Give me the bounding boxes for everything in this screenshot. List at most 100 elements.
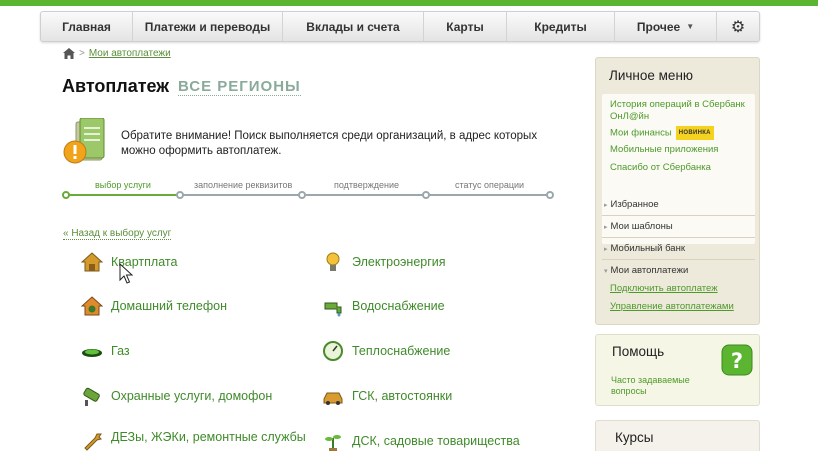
nav-item-cards[interactable]: Карты xyxy=(424,12,507,41)
gauge-icon xyxy=(323,341,343,361)
service-security[interactable]: Охранные услуги, домофон xyxy=(81,385,272,407)
back-to-services-link[interactable]: « Назад к выбору услуг xyxy=(63,228,172,240)
progress-track-done xyxy=(66,194,180,196)
chevron-right-icon: ▸ xyxy=(604,224,608,231)
nav-item-label: Прочее xyxy=(636,19,681,34)
step-dot xyxy=(298,191,306,199)
wrench-icon xyxy=(84,433,102,451)
step-label-status: статус операции xyxy=(455,180,525,190)
menu-section-label: Избранное xyxy=(610,199,659,210)
chevron-right-icon: ▸ xyxy=(604,202,608,209)
settings-button[interactable]: ⚙ xyxy=(717,12,759,41)
menu-section-label: Мобильный банк xyxy=(610,243,685,254)
faq-link[interactable]: Часто задаваемые вопросы xyxy=(611,375,711,397)
help-box: Помощь Часто задаваемые вопросы ? xyxy=(595,334,760,406)
service-heating[interactable]: Теплоснабжение xyxy=(322,340,450,362)
step-dot xyxy=(422,191,430,199)
nav-item-payments[interactable]: Платежи и переводы xyxy=(133,12,283,41)
nav-item-label: Кредиты xyxy=(534,19,587,34)
service-label: ГСК, автостоянки xyxy=(352,388,453,403)
brand-stripe xyxy=(0,0,818,6)
step-label-confirmation: подтверждение xyxy=(334,180,400,190)
nav-item-label: Вклады и счета xyxy=(306,19,400,34)
house-icon xyxy=(81,252,103,272)
faucet-icon xyxy=(324,302,342,317)
service-label: Газ xyxy=(111,343,130,358)
menu-section-label: Мои автоплатежи xyxy=(610,265,689,276)
breadcrumb: > Мои автоплатежи xyxy=(63,48,171,59)
menu-link-thanks[interactable]: Спасибо от Сбербанка xyxy=(610,162,711,174)
progress-steps: выбор услуги заполнение реквизитов подтв… xyxy=(62,180,554,202)
lightbulb-icon xyxy=(326,252,340,271)
service-label: Водоснабжение xyxy=(352,298,445,313)
menu-link-history[interactable]: История операций в Сбербанк ОнЛ@йн xyxy=(610,99,750,123)
mouse-cursor-icon xyxy=(119,263,134,284)
nav-item-label: Главная xyxy=(62,19,111,34)
menu-section-templates[interactable]: ▸ Мои шаблоны xyxy=(604,221,673,232)
nav-item-label: Платежи и переводы xyxy=(144,19,271,34)
all-regions-link[interactable]: ВСЕ РЕГИОНЫ xyxy=(178,78,301,96)
chevron-down-icon: ▼ xyxy=(686,22,695,31)
menu-link-manage-autopayments[interactable]: Управление автоплатежами xyxy=(610,301,734,312)
nav-item-home[interactable]: Главная xyxy=(41,12,133,41)
chevron-right-icon: ▸ xyxy=(604,246,608,253)
svg-text:?: ? xyxy=(731,349,743,373)
service-home-phone[interactable]: Домашний телефон xyxy=(81,295,227,317)
back-link-label: « Назад к выбору услуг xyxy=(63,228,172,240)
nav-item-credits[interactable]: Кредиты xyxy=(507,12,615,41)
notice-text: Обратите внимание! Поиск выполняется сре… xyxy=(121,130,538,157)
menu-section-favorites[interactable]: ▸ Избранное xyxy=(604,199,659,210)
step-dot xyxy=(176,191,184,199)
rates-box: Курсы xyxy=(595,420,760,451)
personal-menu-title: Личное меню xyxy=(609,68,694,83)
menu-divider xyxy=(602,259,755,260)
service-water[interactable]: Водоснабжение xyxy=(322,295,445,317)
service-label: Домашний телефон xyxy=(111,298,227,313)
service-gas[interactable]: Газ xyxy=(81,340,130,362)
car-icon xyxy=(323,392,343,405)
step-dot xyxy=(62,191,70,199)
plant-icon xyxy=(325,435,341,451)
question-icon[interactable]: ? xyxy=(721,344,753,376)
personal-menu: Личное меню История операций в Сбербанк … xyxy=(595,57,760,325)
menu-section-label: Мои шаблоны xyxy=(610,221,673,232)
service-label: Электроэнергия xyxy=(352,254,446,269)
chevron-down-icon: ▾ xyxy=(604,268,608,275)
menu-section-autopayments[interactable]: ▾ Мои автоплатежи xyxy=(604,265,688,276)
camera-icon xyxy=(83,387,100,406)
step-label-fill-details: заполнение реквизитов xyxy=(194,180,293,190)
service-electricity[interactable]: Электроэнергия xyxy=(322,251,446,273)
rates-title: Курсы xyxy=(615,430,654,445)
service-label: Теплоснабжение xyxy=(352,343,451,358)
breadcrumb-separator: > xyxy=(79,48,85,59)
menu-section-mobile-bank[interactable]: ▸ Мобильный банк xyxy=(604,243,685,254)
menu-divider xyxy=(602,215,755,216)
service-garages[interactable]: ГСК, автостоянки xyxy=(322,385,452,407)
nav-item-other[interactable]: Прочее ▼ xyxy=(615,12,717,41)
new-badge: НОВИНКА xyxy=(675,126,714,140)
help-title: Помощь xyxy=(612,344,665,359)
menu-divider xyxy=(602,237,755,238)
service-label: Охранные услуги, домофон xyxy=(111,388,273,403)
notice-icon xyxy=(63,118,105,164)
main-navigation: Главная Платежи и переводы Вклады и счет… xyxy=(40,11,760,42)
gas-burner-icon xyxy=(82,349,102,357)
step-label-select-service: выбор услуги xyxy=(95,180,151,190)
page-title: Автоплатеж xyxy=(62,76,170,96)
breadcrumb-link-autopayments[interactable]: Мои автоплатежи xyxy=(89,48,171,59)
service-label: ДЕЗы, ЖЭКи, ремонтные службы xyxy=(111,430,306,444)
menu-link-finances[interactable]: Мои финансы НОВИНКА xyxy=(610,126,714,140)
menu-link-mobile-apps[interactable]: Мобильные приложения xyxy=(610,144,718,156)
menu-link-label: Мои финансы xyxy=(610,127,672,139)
gear-icon: ⚙ xyxy=(730,18,746,36)
menu-link-connect-autopayment[interactable]: Подключить автоплатеж xyxy=(610,283,718,294)
phone-icon xyxy=(81,296,103,316)
service-label: ДСК, садовые товарищества xyxy=(352,433,520,448)
step-dot xyxy=(546,191,554,199)
service-garden[interactable]: ДСК, садовые товарищества xyxy=(322,430,520,451)
nav-item-label: Карты xyxy=(446,19,484,34)
nav-item-deposits[interactable]: Вклады и счета xyxy=(283,12,424,41)
service-housing-offices[interactable]: ДЕЗы, ЖЭКи, ремонтные службы xyxy=(81,430,306,451)
progress-track xyxy=(180,194,550,196)
home-icon[interactable] xyxy=(63,48,75,59)
